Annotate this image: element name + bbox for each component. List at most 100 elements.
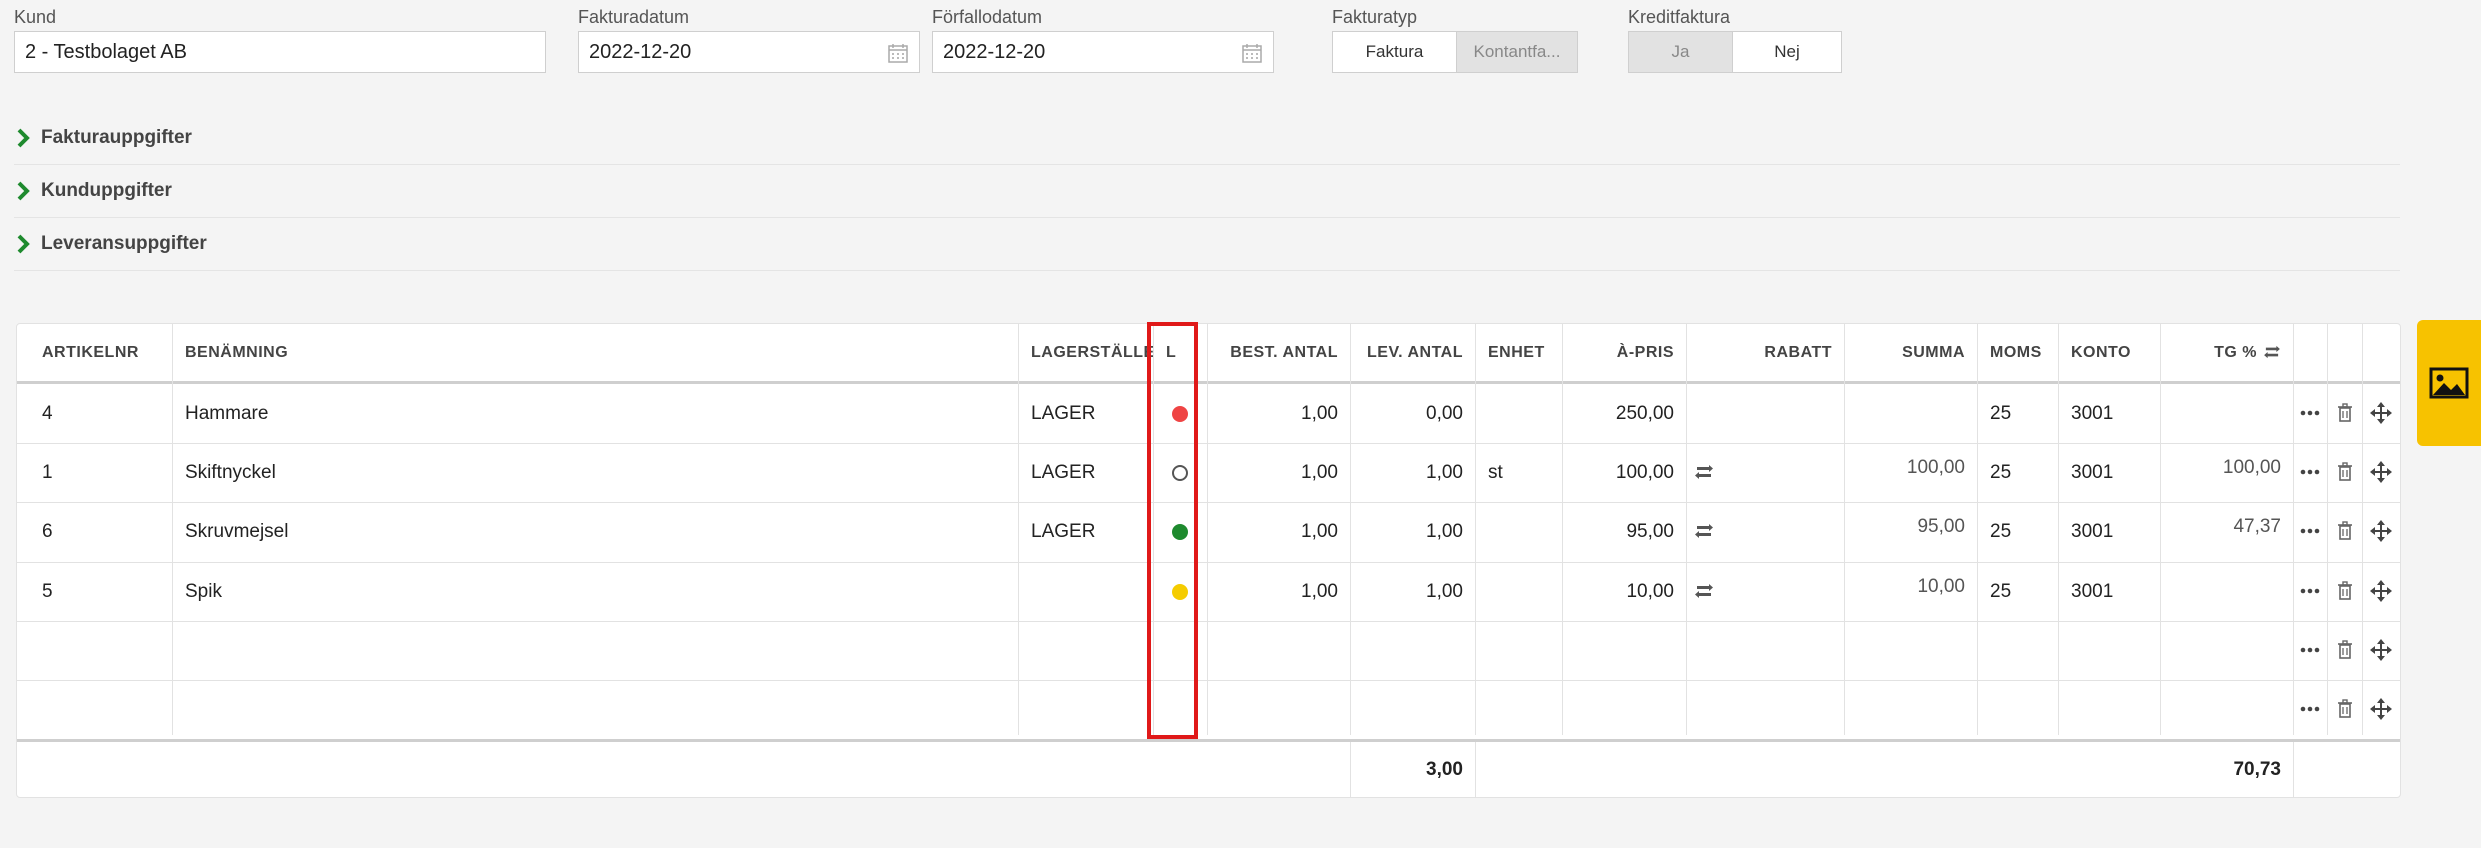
empty-cell-rabatt[interactable] <box>1686 680 1844 739</box>
cell-artikelnr[interactable]: 6 <box>17 502 172 561</box>
trash-icon[interactable] <box>2334 698 2356 720</box>
cell-summa[interactable] <box>1844 384 1977 443</box>
cell-lager[interactable]: LAGER <box>1018 443 1153 502</box>
column-header-apris[interactable]: À-PRIS <box>1562 324 1674 381</box>
cell-apris[interactable]: 10,00 <box>1562 562 1686 621</box>
forfallodatum-input[interactable]: 2022-12-20 <box>932 31 1274 73</box>
cell-benamning[interactable]: Hammare <box>172 384 1018 443</box>
trash-icon[interactable] <box>2334 402 2356 424</box>
cell-lev[interactable]: 1,00 <box>1350 443 1475 502</box>
cell-lager[interactable]: LAGER <box>1018 502 1153 561</box>
fakturadatum-input[interactable]: 2022-12-20 <box>578 31 920 73</box>
refresh-icon[interactable] <box>2263 345 2281 359</box>
empty-cell-enhet[interactable] <box>1475 621 1562 680</box>
cell-artikelnr[interactable]: 1 <box>17 443 172 502</box>
more-icon[interactable] <box>2299 520 2321 542</box>
kund-input[interactable]: 2 - Testbolaget AB <box>14 31 546 73</box>
cell-benamning[interactable]: Skruvmejsel <box>172 502 1018 561</box>
column-header-summa[interactable]: SUMMA <box>1844 324 1965 381</box>
cell-artikelnr[interactable]: 4 <box>17 384 172 443</box>
empty-cell-konto[interactable] <box>2058 621 2160 680</box>
column-header-tg[interactable]: TG % <box>2160 324 2281 381</box>
empty-cell-benamning[interactable] <box>172 680 1018 739</box>
empty-cell-lev[interactable] <box>1350 680 1475 739</box>
cell-enhet[interactable] <box>1475 502 1562 561</box>
kreditfaktura-option-ja[interactable]: Ja <box>1629 32 1733 72</box>
cell-lager[interactable] <box>1018 562 1153 621</box>
cell-apris[interactable]: 100,00 <box>1562 443 1686 502</box>
cell-tg[interactable] <box>2160 384 2293 443</box>
empty-cell-konto[interactable] <box>2058 680 2160 739</box>
cell-artikelnr[interactable]: 5 <box>17 562 172 621</box>
cell-konto[interactable]: 3001 <box>2058 502 2160 561</box>
empty-cell-apris[interactable] <box>1562 680 1686 739</box>
empty-cell-lager[interactable] <box>1018 621 1153 680</box>
move-icon[interactable] <box>2370 698 2392 720</box>
empty-cell-best[interactable] <box>1207 621 1350 680</box>
empty-cell-artikelnr[interactable] <box>17 680 172 739</box>
cell-apris[interactable]: 250,00 <box>1562 384 1686 443</box>
calendar-icon[interactable] <box>887 42 909 64</box>
empty-cell-tg[interactable] <box>2160 621 2293 680</box>
cell-tg[interactable] <box>2160 562 2293 621</box>
fakturatyp-option-faktura[interactable]: Faktura <box>1333 32 1457 72</box>
column-header-konto[interactable]: KONTO <box>2071 324 2131 381</box>
cell-best[interactable]: 1,00 <box>1207 502 1350 561</box>
column-header-lev[interactable]: LEV. ANTAL <box>1350 324 1463 381</box>
empty-cell-moms[interactable] <box>1977 680 2058 739</box>
empty-cell-summa[interactable] <box>1844 680 1977 739</box>
cell-apris[interactable]: 95,00 <box>1562 502 1686 561</box>
fakturatyp-option-kontant[interactable]: Kontantfa... <box>1457 32 1577 72</box>
empty-cell-moms[interactable] <box>1977 621 2058 680</box>
cell-lev[interactable]: 0,00 <box>1350 384 1475 443</box>
cell-moms[interactable]: 25 <box>1977 384 2058 443</box>
image-side-tab[interactable] <box>2417 320 2481 446</box>
cell-rabatt[interactable] <box>1686 384 1844 443</box>
cell-moms[interactable]: 25 <box>1977 562 2058 621</box>
refresh-icon[interactable] <box>1694 583 1714 599</box>
cell-lev[interactable]: 1,00 <box>1350 502 1475 561</box>
cell-moms[interactable]: 25 <box>1977 502 2058 561</box>
move-icon[interactable] <box>2370 520 2392 542</box>
refresh-icon[interactable] <box>1694 464 1714 480</box>
trash-icon[interactable] <box>2334 639 2356 661</box>
cell-summa[interactable]: 10,00 <box>1844 562 1977 621</box>
cell-benamning[interactable]: Spik <box>172 562 1018 621</box>
move-icon[interactable] <box>2370 639 2392 661</box>
column-header-lager[interactable]: LAGERSTÄLLE <box>1031 324 1155 381</box>
more-icon[interactable] <box>2299 698 2321 720</box>
trash-icon[interactable] <box>2334 520 2356 542</box>
kreditfaktura-option-nej[interactable]: Nej <box>1733 32 1841 72</box>
cell-summa[interactable]: 100,00 <box>1844 443 1977 502</box>
section-kunduppgifter[interactable]: Kunduppgifter <box>14 168 2400 218</box>
column-header-rabatt[interactable]: RABATT <box>1686 324 1832 381</box>
empty-cell-rabatt[interactable] <box>1686 621 1844 680</box>
empty-cell-enhet[interactable] <box>1475 680 1562 739</box>
cell-lev[interactable]: 1,00 <box>1350 562 1475 621</box>
empty-cell-summa[interactable] <box>1844 621 1977 680</box>
cell-best[interactable]: 1,00 <box>1207 443 1350 502</box>
section-fakturauppgifter[interactable]: Fakturauppgifter <box>14 115 2400 165</box>
calendar-icon[interactable] <box>1241 42 1263 64</box>
section-leveransuppgifter[interactable]: Leveransuppgifter <box>14 221 2400 271</box>
column-header-benamning[interactable]: BENÄMNING <box>185 324 288 381</box>
empty-cell-artikelnr[interactable] <box>17 621 172 680</box>
more-icon[interactable] <box>2299 580 2321 602</box>
refresh-icon[interactable] <box>1694 523 1714 539</box>
cell-tg[interactable]: 47,37 <box>2160 502 2293 561</box>
cell-konto[interactable]: 3001 <box>2058 384 2160 443</box>
cell-enhet[interactable]: st <box>1475 443 1562 502</box>
move-icon[interactable] <box>2370 461 2392 483</box>
move-icon[interactable] <box>2370 402 2392 424</box>
empty-cell-apris[interactable] <box>1562 621 1686 680</box>
empty-cell-benamning[interactable] <box>172 621 1018 680</box>
move-icon[interactable] <box>2370 580 2392 602</box>
column-header-artikelnr[interactable]: ARTIKELNR <box>42 324 139 381</box>
cell-rabatt[interactable] <box>1686 443 1844 502</box>
more-icon[interactable] <box>2299 402 2321 424</box>
more-icon[interactable] <box>2299 461 2321 483</box>
cell-enhet[interactable] <box>1475 384 1562 443</box>
empty-cell-best[interactable] <box>1207 680 1350 739</box>
empty-cell-lager[interactable] <box>1018 680 1153 739</box>
cell-best[interactable]: 1,00 <box>1207 562 1350 621</box>
